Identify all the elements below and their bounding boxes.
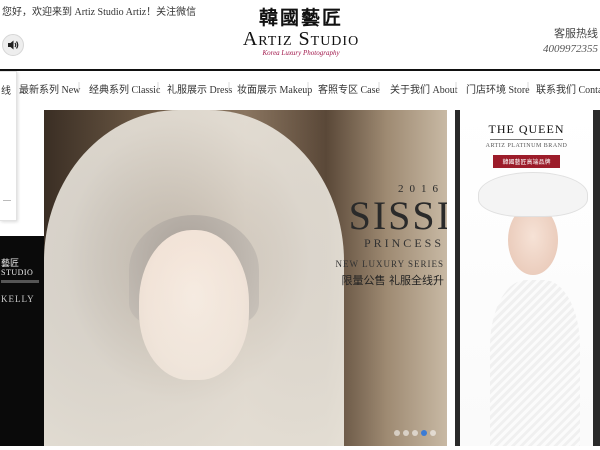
hero-promo: 限量公售 礼服全线升 <box>341 274 445 287</box>
hero-slider[interactable]: 2016 SISSI PRINCESS NEW LUXURY SERIES 限量… <box>44 110 447 446</box>
nav-item-contact[interactable]: 联系我们 Contact <box>536 81 600 96</box>
nav-item-about[interactable]: 关于我们 About <box>390 81 458 96</box>
nav-separator: | <box>228 81 231 92</box>
nav-item-new[interactable]: 最新系列 New <box>19 81 80 96</box>
logo-english: Artiz Studio <box>242 28 360 50</box>
slider-dot-active[interactable] <box>421 430 427 436</box>
nav-separator: | <box>527 81 530 92</box>
ad-badge: 韓國藝匠高端品牌 <box>493 155 560 168</box>
nav-item-classic[interactable]: 经典系列 Classic <box>89 81 160 96</box>
slider-dot[interactable] <box>394 430 400 436</box>
nav-item-case[interactable]: 客照专区 Case <box>318 81 380 96</box>
welcome-text: 您好，欢迎来到 Artiz Studio Artiz！关注微信 <box>2 7 197 18</box>
prev-slide-logo-en: STUDIO <box>1 268 34 277</box>
nav-separator: | <box>157 81 160 92</box>
nav-list: 最新系列 New | 经典系列 Classic | 礼服展示 Dress | 妆… <box>0 71 600 103</box>
slider-dot[interactable] <box>430 430 436 436</box>
side-panel-divider <box>3 200 11 201</box>
hero-series: NEW LUXURY SERIES <box>335 259 444 269</box>
side-panel-label: 线 <box>1 86 11 97</box>
hotline-label: 客服热线 <box>554 28 598 40</box>
prev-slide-divider <box>1 280 39 283</box>
prev-slide-name: KELLY <box>1 294 35 304</box>
ad-title: THE QUEEN <box>488 122 565 136</box>
main-nav: 最新系列 New | 经典系列 Classic | 礼服展示 Dress | 妆… <box>0 69 600 103</box>
customer-hotline: 客服热线 4009972355 <box>543 27 598 57</box>
nav-item-dress[interactable]: 礼服展示 Dress <box>167 81 232 96</box>
ad-subtitle: ARTIZ PLATINUM BRAND <box>485 143 568 149</box>
speaker-button[interactable] <box>2 34 24 56</box>
nav-separator: | <box>78 81 81 92</box>
floating-side-panel[interactable]: 线 <box>0 71 17 221</box>
ad-divider <box>490 139 563 140</box>
nav-separator: | <box>378 81 381 92</box>
slider-dot[interactable] <box>412 430 418 436</box>
side-ad-card: THE QUEEN ARTIZ PLATINUM BRAND 韓國藝匠高端品牌 <box>460 110 593 446</box>
nav-item-makeup[interactable]: 妆面展示 Makeup <box>237 81 312 96</box>
hero-caption: 2016 SISSI PRINCESS NEW LUXURY SERIES 限量… <box>332 182 447 289</box>
previous-slide-peek[interactable]: 藝匠 STUDIO KELLY <box>0 236 44 446</box>
side-advertisement[interactable]: THE QUEEN ARTIZ PLATINUM BRAND 韓國藝匠高端品牌 <box>455 110 600 446</box>
hero-subtitle: PRINCESS <box>363 236 444 250</box>
logo-chinese: 韓國藝匠 <box>258 7 343 29</box>
hotline-number[interactable]: 4009972355 <box>543 41 598 57</box>
nav-item-store[interactable]: 门店环境 Store <box>466 81 530 96</box>
slider-pagination <box>394 430 436 436</box>
nav-separator: | <box>307 81 310 92</box>
slider-dot[interactable] <box>403 430 409 436</box>
ad-model-hat <box>478 172 588 217</box>
ad-model-dress <box>490 280 580 446</box>
speaker-icon <box>8 40 19 50</box>
site-logo[interactable]: 韓國藝匠 Artiz Studio Korea Luxury Photograp… <box>236 7 366 57</box>
logo-tagline: Korea Luxury Photography <box>262 49 340 57</box>
nav-separator: | <box>455 81 458 92</box>
hero-title: SISSI <box>348 193 447 238</box>
hero-bridal-veil <box>44 110 344 446</box>
